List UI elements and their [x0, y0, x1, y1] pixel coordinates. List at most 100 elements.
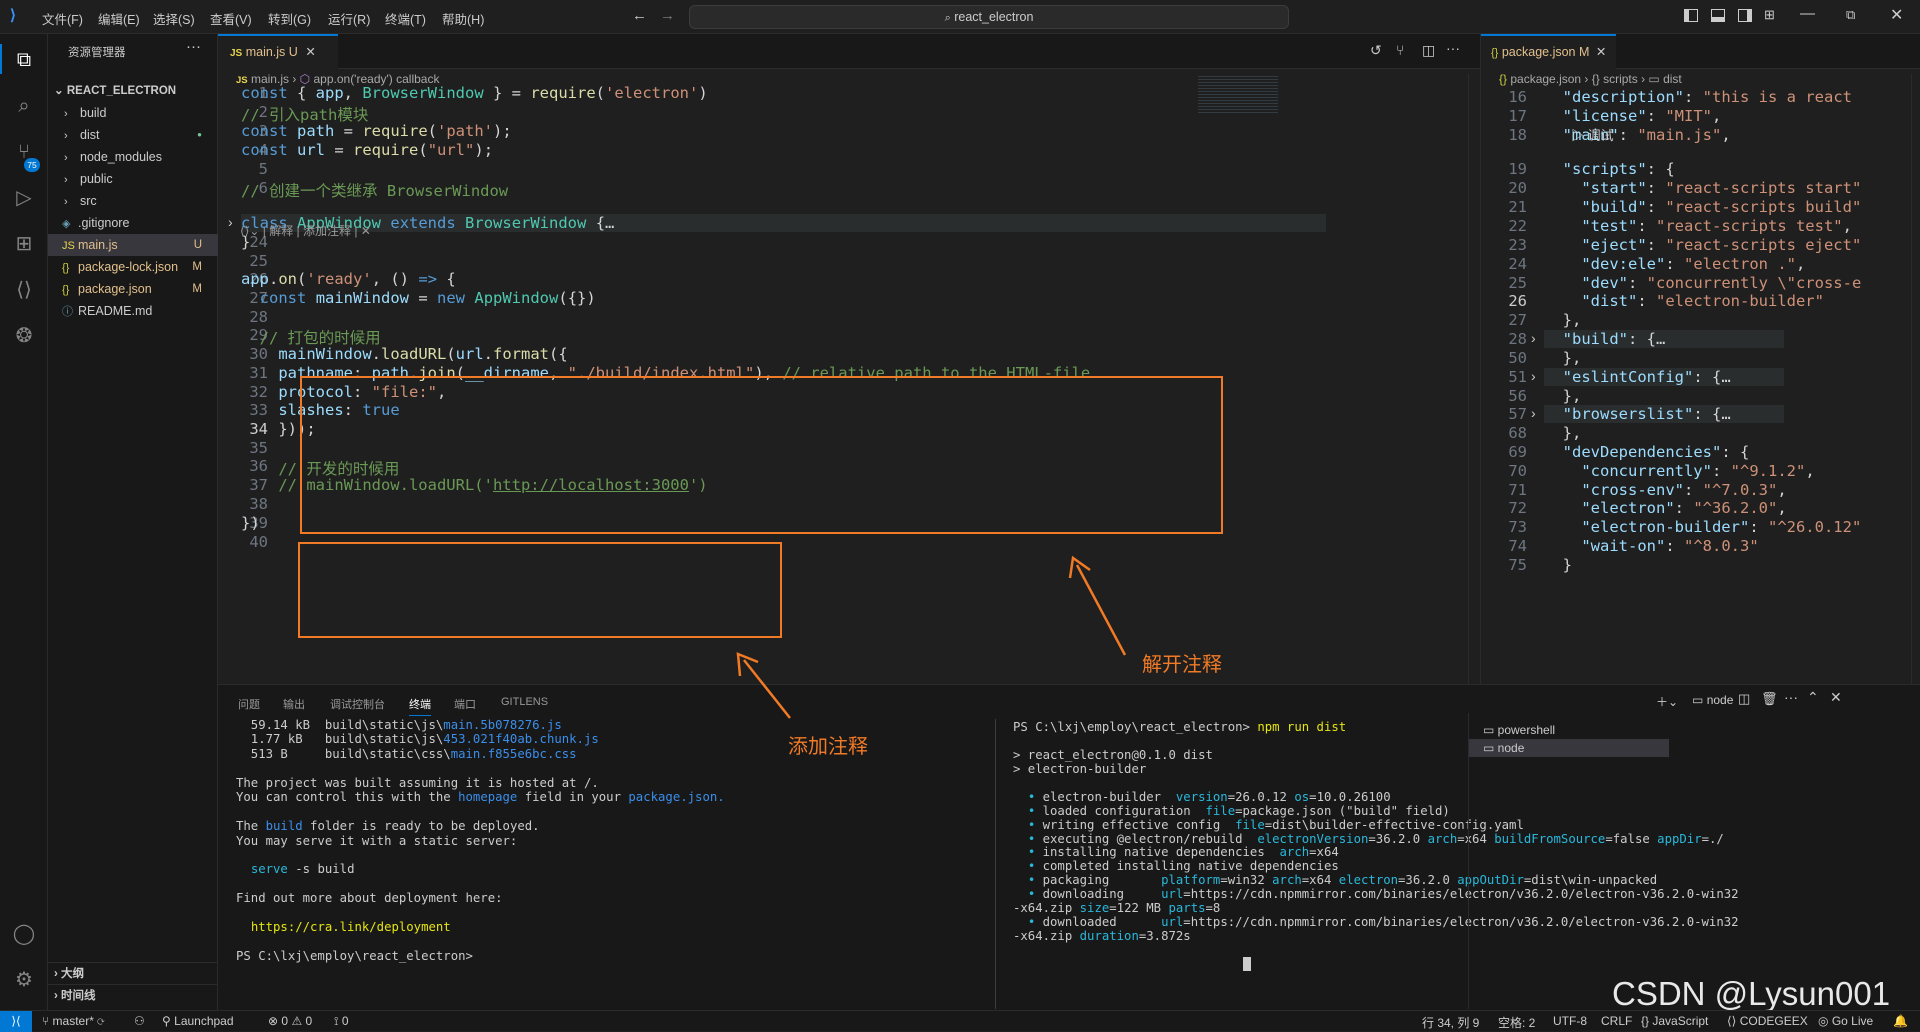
- panel-tab[interactable]: 端口: [454, 696, 476, 712]
- json-line[interactable]: },: [1544, 387, 1582, 405]
- split-terminal-icon[interactable]: ◫: [1738, 691, 1750, 707]
- file-item[interactable]: ⓘ README.md: [48, 300, 218, 322]
- json-line[interactable]: },: [1544, 311, 1582, 329]
- toggle-secondary-sidebar-icon[interactable]: [1738, 9, 1752, 22]
- file-item[interactable]: JS main.js U: [48, 234, 218, 256]
- json-line[interactable]: "dev": "concurrently \"cross-e: [1544, 274, 1861, 292]
- breadcrumb-right[interactable]: {} package.json › {} scripts › ▭ dist: [1499, 72, 1682, 86]
- more-actions-icon[interactable]: ···: [186, 38, 201, 55]
- code-line[interactable]: mainWindow.loadURL(url.format({: [241, 345, 567, 363]
- codegeex-item[interactable]: ⟨⟩ CODEGEEX: [1727, 1014, 1808, 1028]
- panel-tab[interactable]: 输出: [283, 696, 305, 712]
- toggle-sidebar-icon[interactable]: [1684, 9, 1698, 22]
- more-actions-icon[interactable]: ···: [1446, 40, 1460, 56]
- remote-icon[interactable]: ⟨⟩: [10, 276, 38, 304]
- customize-layout-icon[interactable]: ⊞: [1764, 7, 1775, 23]
- fold-chevron-icon[interactable]: ›: [1531, 368, 1536, 384]
- menu-item[interactable]: 文件(F): [42, 9, 83, 28]
- encoding[interactable]: UTF-8: [1553, 1014, 1587, 1028]
- fold-chevron-icon[interactable]: ›: [1531, 405, 1536, 421]
- json-line[interactable]: "dev:ele": "electron .",: [1544, 255, 1805, 273]
- json-line[interactable]: },: [1544, 349, 1582, 367]
- code-line[interactable]: // 创建一个类继承 BrowserWindow: [241, 179, 508, 201]
- close-icon[interactable]: ✕: [1890, 5, 1903, 25]
- json-line[interactable]: "eject": "react-scripts eject": [1544, 236, 1861, 254]
- explorer-root[interactable]: ⌄ REACT_ELECTRON: [48, 80, 218, 102]
- json-line[interactable]: }: [1544, 556, 1572, 574]
- json-line[interactable]: "start": "react-scripts start": [1544, 179, 1861, 197]
- language-mode[interactable]: {} JavaScript: [1641, 1014, 1708, 1028]
- menu-item[interactable]: 终端(T): [385, 9, 426, 28]
- problems-indicator[interactable]: ⊗ 0 ⚠ 0: [268, 1014, 312, 1028]
- folder-item[interactable]: › dist ●: [48, 124, 218, 146]
- trash-icon[interactable]: 🗑: [1761, 691, 1778, 707]
- file-item[interactable]: {} package-lock.json M: [48, 256, 218, 278]
- timeline-section[interactable]: › 时间线: [48, 984, 218, 1006]
- terminal-shell-label[interactable]: ▭ node: [1692, 693, 1733, 707]
- panel-tab[interactable]: 终端: [409, 696, 431, 716]
- json-line[interactable]: "electron-builder": "^26.0.12": [1544, 518, 1861, 536]
- code-line[interactable]: class AppWindow extends BrowserWindow {…: [241, 214, 1326, 232]
- terminal-session-item[interactable]: ▭ powershell: [1469, 721, 1669, 739]
- json-line[interactable]: "browserslist": {…: [1544, 405, 1784, 423]
- codelens[interactable]: ⟨⟩⌄ | 解释 | 添加注释 | ✕: [240, 222, 371, 239]
- tab-main-js[interactable]: JS main.js U ✕: [218, 34, 338, 69]
- code-line[interactable]: const mainWindow = new AppWindow({}): [241, 289, 596, 307]
- json-line[interactable]: },: [1544, 424, 1582, 442]
- minimize-icon[interactable]: —: [1800, 5, 1815, 22]
- toggle-panel-icon[interactable]: [1711, 9, 1725, 22]
- back-arrow-icon[interactable]: ←: [632, 7, 647, 24]
- forward-arrow-icon[interactable]: →: [660, 7, 675, 24]
- extensions-icon[interactable]: ⊞: [10, 230, 38, 258]
- panel-tab[interactable]: 调试控制台: [330, 696, 385, 712]
- folder-item[interactable]: › node_modules: [48, 146, 218, 168]
- terminal-split-divider[interactable]: [995, 719, 996, 1009]
- json-line[interactable]: "build": {…: [1544, 330, 1784, 348]
- json-line[interactable]: "license": "MIT",: [1544, 107, 1722, 125]
- debug-codelens[interactable]: ▷ 调试: [1571, 125, 1614, 144]
- json-line[interactable]: "concurrently": "^9.1.2",: [1544, 462, 1814, 480]
- json-line[interactable]: "build": "react-scripts build": [1544, 198, 1861, 216]
- json-line[interactable]: "scripts": {: [1544, 160, 1675, 178]
- folder-item[interactable]: › build: [48, 102, 218, 124]
- ports-indicator[interactable]: ⟟ 0: [334, 1014, 349, 1029]
- command-center-search[interactable]: ⌕ react_electron: [689, 5, 1289, 29]
- chatgpt-icon[interactable]: ❂: [10, 322, 38, 350]
- eol[interactable]: CRLF: [1601, 1014, 1632, 1028]
- terminal-session-item[interactable]: ▭ node: [1469, 739, 1669, 757]
- settings-gear-icon[interactable]: ⚙: [10, 966, 38, 994]
- json-line[interactable]: "cross-env": "^7.0.3",: [1544, 481, 1786, 499]
- code-line[interactable]: const url = require("url");: [241, 141, 493, 159]
- account-icon[interactable]: ◯: [10, 920, 38, 948]
- close-tab-icon[interactable]: ✕: [1596, 45, 1606, 59]
- fold-chevron-icon[interactable]: ›: [228, 214, 233, 230]
- close-tab-icon[interactable]: ✕: [305, 45, 315, 59]
- indentation[interactable]: 空格: 2: [1498, 1014, 1535, 1031]
- new-terminal-plus-icon[interactable]: ＋⌄: [1656, 693, 1678, 710]
- search-icon[interactable]: ⌕: [10, 92, 38, 120]
- menu-item[interactable]: 转到(G): [268, 9, 311, 28]
- json-line[interactable]: "devDependencies": {: [1544, 443, 1750, 461]
- close-panel-icon[interactable]: ✕: [1830, 689, 1842, 706]
- panel-tab[interactable]: 问题: [238, 696, 260, 712]
- go-live-item[interactable]: ◎ Go Live: [1818, 1014, 1873, 1028]
- maximize-panel-icon[interactable]: ⌃: [1807, 689, 1819, 706]
- code-line[interactable]: const path = require('path');: [241, 122, 512, 140]
- open-changes-icon[interactable]: ⑂: [1396, 42, 1404, 58]
- code-line[interactable]: app.on('ready', () => {: [241, 270, 456, 288]
- json-line[interactable]: "test": "react-scripts test",: [1544, 217, 1852, 235]
- panel-tab[interactable]: GITLENS: [501, 696, 548, 708]
- cursor-position[interactable]: 行 34, 列 9: [1422, 1014, 1479, 1031]
- code-line[interactable]: }): [241, 514, 260, 532]
- json-line[interactable]: "electron": "^36.2.0",: [1544, 499, 1786, 517]
- menu-item[interactable]: 查看(V): [210, 9, 252, 28]
- explorer-icon[interactable]: ⧉: [10, 46, 38, 74]
- gitlens-icon[interactable]: ⚇: [134, 1014, 145, 1028]
- launchpad-item[interactable]: ⚲ Launchpad: [162, 1014, 234, 1028]
- folder-item[interactable]: › public: [48, 168, 218, 190]
- json-line[interactable]: "description": "this is a react: [1544, 88, 1852, 106]
- split-editor-icon[interactable]: ◫: [1422, 42, 1435, 59]
- vertical-scrollbar-right[interactable]: [1911, 74, 1920, 684]
- notifications-icon[interactable]: 🔔: [1893, 1014, 1908, 1028]
- json-line[interactable]: "eslintConfig": {…: [1544, 368, 1784, 386]
